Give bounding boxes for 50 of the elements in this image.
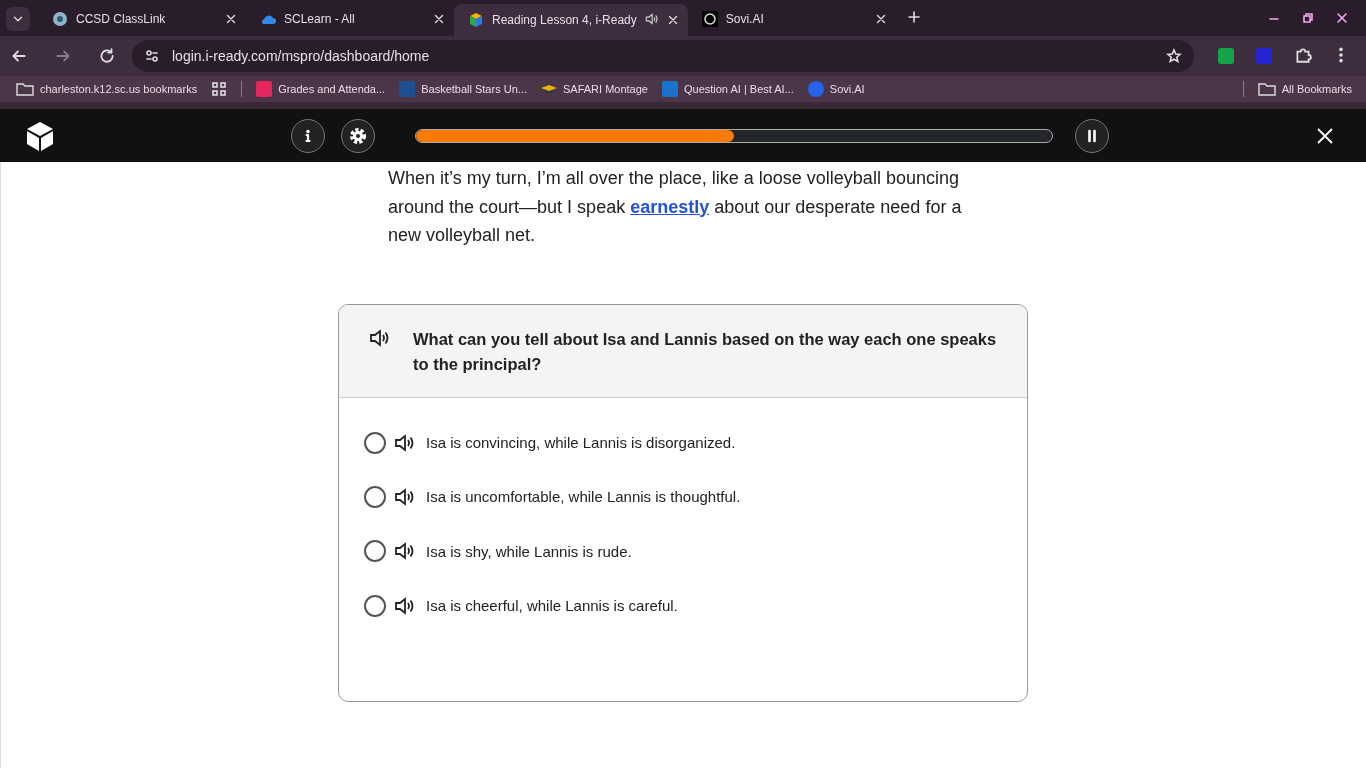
folder-icon	[16, 81, 34, 97]
gear-icon	[349, 126, 367, 145]
settings-button[interactable]	[341, 118, 375, 153]
close-icon[interactable]	[224, 12, 238, 26]
speaker-icon[interactable]	[394, 596, 414, 615]
radio-button[interactable]	[364, 594, 386, 617]
speaker-icon[interactable]	[394, 433, 414, 452]
close-icon[interactable]	[432, 12, 446, 26]
address-bar[interactable]: login.i-ready.com/mspro/dashboard/home	[132, 40, 1194, 72]
bookmark[interactable]: Question AI | Best AI...	[661, 81, 794, 97]
speaker-icon[interactable]	[394, 542, 414, 561]
answer-option[interactable]: Isa is shy, while Lannis is rude.	[426, 542, 632, 560]
bookmark[interactable]: Grades and Attenda...	[256, 81, 386, 97]
close-icon[interactable]	[1317, 127, 1333, 144]
bookmark[interactable]: Sovi.AI	[807, 81, 865, 97]
radio-button[interactable]	[364, 485, 386, 508]
globe-icon	[52, 11, 68, 27]
reload-icon[interactable]	[98, 47, 116, 65]
bookmark[interactable]: charleston.k12.sc.us bookmarks	[16, 81, 198, 97]
tab-list-button[interactable]	[6, 7, 30, 31]
info-button[interactable]	[291, 118, 325, 153]
browser-tab[interactable]: Sovi.AI	[687, 4, 896, 34]
answer-option[interactable]: Isa is uncomfortable, while Lannis is thoughtful.	[426, 488, 741, 506]
answer-option[interactable]: Isa is cheerful, while Lannis is careful.	[426, 597, 678, 615]
square-icon	[399, 81, 416, 97]
speaker-icon[interactable]	[369, 328, 389, 347]
speaker-icon[interactable]	[394, 487, 414, 506]
all-bookmarks-button[interactable]: All Bookmarks	[1257, 81, 1352, 97]
cube-icon	[468, 12, 484, 28]
radio-button[interactable]	[364, 431, 386, 454]
browser-tab[interactable]: Reading Lesson 4, i-Ready	[454, 4, 688, 36]
restore-icon[interactable]	[1300, 10, 1316, 26]
bookmark[interactable]: Basketball Stars Un...	[399, 81, 527, 97]
pause-button[interactable]	[1075, 118, 1109, 153]
tune-icon[interactable]	[144, 48, 160, 64]
question-text: What can you tell about Isa and Lannis based on the way each one speaks to the principal?	[413, 328, 998, 375]
folder-icon	[1257, 81, 1276, 97]
circle-icon	[807, 81, 824, 97]
answer-option[interactable]: Isa is convincing, while Lannis is disorganized.	[426, 434, 736, 452]
passage-text: When it’s my turn, I’m all over the place, like a loose volleyball bouncing around the court—but I speak earnestly about our desperate need for a new volleyball net.	[388, 167, 963, 247]
plus-icon[interactable]	[905, 9, 922, 25]
close-icon[interactable]	[1334, 10, 1350, 26]
apps-icon[interactable]	[211, 81, 228, 97]
browser-tab[interactable]: CCSD ClassLink	[38, 4, 246, 34]
square-icon	[661, 81, 678, 97]
browser-tab[interactable]: SCLearn - All	[246, 4, 454, 34]
cube-icon	[26, 120, 54, 151]
star-icon[interactable]	[1166, 48, 1182, 64]
bookmark[interactable]: SAFARI Montage	[540, 81, 648, 97]
radio-button[interactable]	[364, 540, 386, 563]
